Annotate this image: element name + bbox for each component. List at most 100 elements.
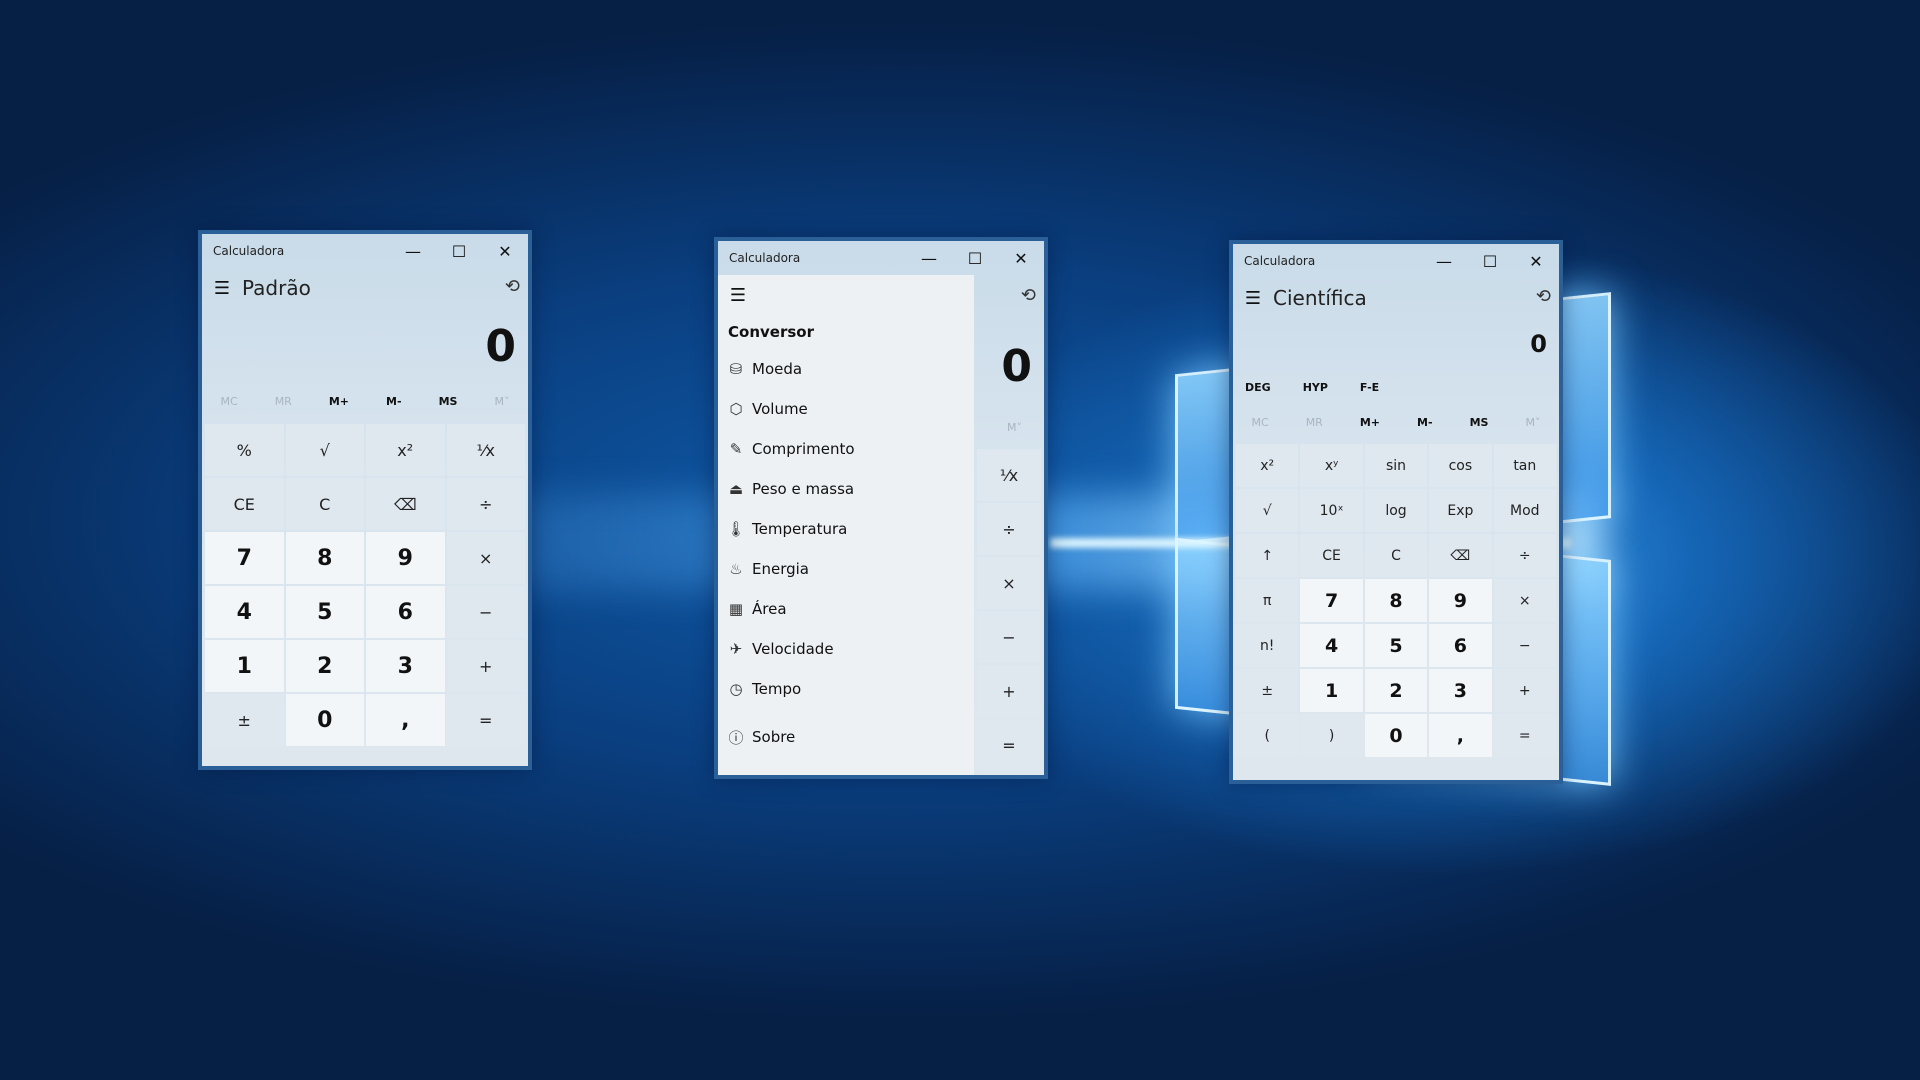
key-button[interactable]: − (977, 611, 1041, 663)
close-button[interactable]: ✕ (482, 234, 528, 268)
key-button[interactable]: = (977, 719, 1041, 771)
key-button[interactable]: 2 (285, 640, 364, 692)
mc-button[interactable]: MC (221, 386, 238, 418)
hyp-toggle[interactable]: HYP (1303, 370, 1328, 406)
key-button[interactable]: CE (1300, 534, 1363, 577)
key-button[interactable]: 9 (366, 532, 445, 584)
minimize-button[interactable]: — (1421, 244, 1467, 278)
key-button[interactable]: % (205, 424, 284, 476)
deg-toggle[interactable]: DEG (1245, 370, 1271, 406)
key-button[interactable]: − (446, 586, 525, 638)
key-button[interactable]: C (1364, 534, 1428, 577)
key-button[interactable]: , (1429, 714, 1492, 757)
key-button[interactable]: × (446, 532, 525, 584)
ms-button[interactable]: MS (1470, 406, 1489, 440)
menu-item-moeda[interactable]: ⛁ Moeda (718, 349, 974, 389)
key-button[interactable]: Exp (1429, 489, 1492, 532)
key-button[interactable]: √ (1236, 489, 1299, 532)
m-minus-button[interactable]: M- (1417, 406, 1433, 440)
memory-list-button[interactable]: M˅ (494, 386, 509, 418)
history-icon[interactable]: ⟲ (505, 276, 520, 297)
key-button[interactable]: = (1493, 714, 1556, 757)
key-button[interactable]: sin (1364, 444, 1428, 487)
key-button[interactable]: 0 (1364, 714, 1428, 757)
key-button[interactable]: + (446, 640, 525, 692)
menu-item-comprimento[interactable]: ✎ Comprimento (718, 429, 974, 469)
key-button[interactable]: − (1493, 624, 1556, 667)
key-button[interactable]: C (285, 478, 364, 530)
key-button[interactable]: 8 (1364, 579, 1428, 622)
key-button[interactable]: ÷ (977, 503, 1041, 555)
minimize-button[interactable]: — (906, 241, 952, 275)
key-button[interactable]: × (1493, 579, 1556, 622)
maximize-button[interactable]: ☐ (1467, 244, 1513, 278)
key-button[interactable]: log (1364, 489, 1428, 532)
key-button[interactable]: ± (205, 694, 284, 746)
history-icon[interactable]: ⟲ (1021, 285, 1036, 306)
hamburger-menu-icon[interactable]: ☰ (718, 275, 758, 315)
menu-item-energia[interactable]: ♨ Energia (718, 549, 974, 589)
menu-item-peso-e-massa[interactable]: ⏏ Peso e massa (718, 469, 974, 509)
hamburger-menu-icon[interactable]: ☰ (202, 268, 242, 308)
key-button[interactable]: √ (285, 424, 364, 476)
memory-list-button[interactable]: M˅ (1525, 406, 1540, 440)
key-button[interactable]: 5 (1364, 624, 1428, 667)
key-button[interactable]: x² (1236, 444, 1299, 487)
key-button[interactable]: 7 (205, 532, 284, 584)
key-button[interactable]: + (977, 665, 1041, 717)
key-button[interactable]: 4 (1300, 624, 1363, 667)
key-button[interactable]: ) (1300, 714, 1363, 757)
ms-button[interactable]: MS (439, 386, 458, 418)
fe-toggle[interactable]: F-E (1360, 370, 1379, 406)
key-button[interactable]: x² (366, 424, 445, 476)
menu-item-about[interactable]: ⓘ Sobre (718, 717, 974, 757)
key-button[interactable]: 8 (285, 532, 364, 584)
mr-button[interactable]: MR (1306, 406, 1323, 440)
key-button[interactable]: Mod (1493, 489, 1556, 532)
key-button[interactable]: ⌫ (366, 478, 445, 530)
close-button[interactable]: ✕ (1513, 244, 1559, 278)
key-button[interactable]: 1 (205, 640, 284, 692)
key-button[interactable]: 9 (1429, 579, 1492, 622)
key-button[interactable]: 10ˣ (1300, 489, 1363, 532)
key-button[interactable]: ÷ (1493, 534, 1556, 577)
key-button[interactable]: = (446, 694, 525, 746)
menu-item-volume[interactable]: ⬡ Volume (718, 389, 974, 429)
minimize-button[interactable]: — (390, 234, 436, 268)
key-button[interactable]: n! (1236, 624, 1299, 667)
m-plus-button[interactable]: M+ (1360, 406, 1380, 440)
history-icon[interactable]: ⟲ (1536, 286, 1551, 307)
key-button[interactable]: tan (1493, 444, 1556, 487)
mr-button[interactable]: MR (275, 386, 292, 418)
key-button[interactable]: ↑ (1236, 534, 1299, 577)
key-button[interactable]: 7 (1300, 579, 1363, 622)
key-button[interactable]: 4 (205, 586, 284, 638)
key-button[interactable]: 5 (285, 586, 364, 638)
key-button[interactable]: 1 (1300, 669, 1363, 712)
key-button[interactable]: 3 (366, 640, 445, 692)
key-button[interactable]: ± (1236, 669, 1299, 712)
key-button[interactable]: ⅟x (977, 449, 1041, 501)
mc-button[interactable]: MC (1252, 406, 1269, 440)
m-plus-button[interactable]: M+ (329, 386, 349, 418)
hamburger-menu-icon[interactable]: ☰ (1233, 278, 1273, 318)
key-button[interactable]: cos (1429, 444, 1492, 487)
key-button[interactable]: 6 (366, 586, 445, 638)
close-button[interactable]: ✕ (998, 241, 1044, 275)
maximize-button[interactable]: ☐ (952, 241, 998, 275)
key-button[interactable]: ÷ (446, 478, 525, 530)
key-button[interactable]: π (1236, 579, 1299, 622)
key-button[interactable]: 6 (1429, 624, 1492, 667)
menu-item-tempo[interactable]: ◷ Tempo (718, 669, 974, 709)
menu-item-temperatura[interactable]: 🌡 Temperatura (718, 509, 974, 549)
maximize-button[interactable]: ☐ (436, 234, 482, 268)
key-button[interactable]: × (977, 557, 1041, 609)
menu-item-velocidade[interactable]: ✈ Velocidade (718, 629, 974, 669)
m-minus-button[interactable]: M- (386, 386, 402, 418)
key-button[interactable]: CE (205, 478, 284, 530)
memory-list-button[interactable]: M˅ (1007, 421, 1022, 434)
key-button[interactable]: 0 (285, 694, 364, 746)
key-button[interactable]: , (366, 694, 445, 746)
key-button[interactable]: 2 (1364, 669, 1428, 712)
key-button[interactable]: xʸ (1300, 444, 1363, 487)
